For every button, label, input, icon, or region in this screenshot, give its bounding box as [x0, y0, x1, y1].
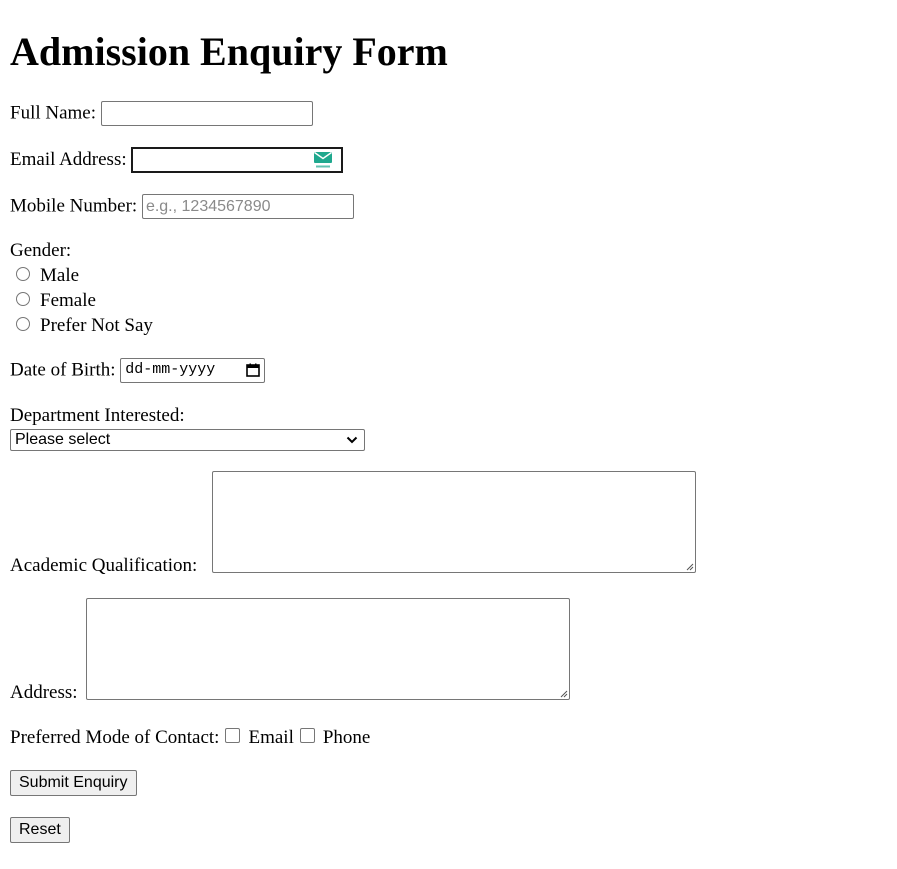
chevron-down-icon	[346, 436, 358, 444]
submit-button[interactable]: Submit Enquiry	[10, 770, 137, 796]
address-label: Address:	[10, 682, 78, 703]
resize-grip-icon[interactable]	[685, 562, 694, 571]
page-title: Admission Enquiry Form	[10, 29, 448, 74]
gender-option-male[interactable]: Male	[16, 265, 79, 287]
email-field[interactable]	[131, 147, 344, 173]
radio-male[interactable]	[16, 266, 30, 281]
mobile-input[interactable]	[141, 194, 354, 219]
radio-prefer-not-say[interactable]	[16, 316, 30, 331]
gender-option-label: Prefer Not Say	[40, 315, 153, 336]
contact-option-label: Email	[248, 727, 294, 748]
department-selected-value: Please select	[15, 431, 111, 448]
contact-option-label: Phone	[322, 727, 371, 748]
dob-label: Date of Birth:	[10, 359, 116, 381]
dob-placeholder: dd-mm-yyyy	[125, 361, 216, 378]
contact-mode-row: Preferred Mode of Contact: Email Phone	[10, 727, 370, 749]
full-name-row: Full Name:	[10, 101, 313, 126]
dob-row: Date of Birth: dd-mm-yyyy	[10, 358, 266, 383]
dob-input[interactable]: dd-mm-yyyy	[120, 358, 266, 383]
mobile-row: Mobile Number:	[10, 194, 354, 219]
qualification-textarea[interactable]	[212, 471, 696, 573]
department-select[interactable]: Please select	[10, 429, 365, 451]
tempmail-icon[interactable]	[313, 151, 333, 169]
email-row: Email Address:	[10, 147, 344, 173]
email-label: Email Address:	[10, 149, 127, 170]
checkbox-phone[interactable]	[299, 728, 315, 744]
reset-button[interactable]: Reset	[10, 817, 70, 843]
resize-grip-icon[interactable]	[559, 689, 568, 698]
checkbox-email[interactable]	[225, 728, 241, 744]
full-name-input[interactable]	[100, 101, 313, 126]
gender-option-prefer-not-say[interactable]: Prefer Not Say	[16, 315, 153, 337]
gender-option-label: Male	[40, 265, 80, 286]
mobile-label: Mobile Number:	[10, 195, 138, 217]
department-label: Department Interested:	[10, 405, 185, 426]
qualification-label: Academic Qualification:	[10, 555, 198, 576]
calendar-icon[interactable]	[246, 363, 261, 377]
email-field-wrapper	[131, 147, 344, 173]
gender-label: Gender:	[10, 240, 72, 261]
full-name-label: Full Name:	[10, 102, 97, 124]
gender-option-female[interactable]: Female	[16, 290, 96, 312]
radio-female[interactable]	[16, 291, 30, 306]
address-textarea[interactable]	[86, 598, 570, 700]
contact-mode-label: Preferred Mode of Contact:	[10, 727, 220, 748]
gender-option-label: Female	[40, 290, 96, 311]
